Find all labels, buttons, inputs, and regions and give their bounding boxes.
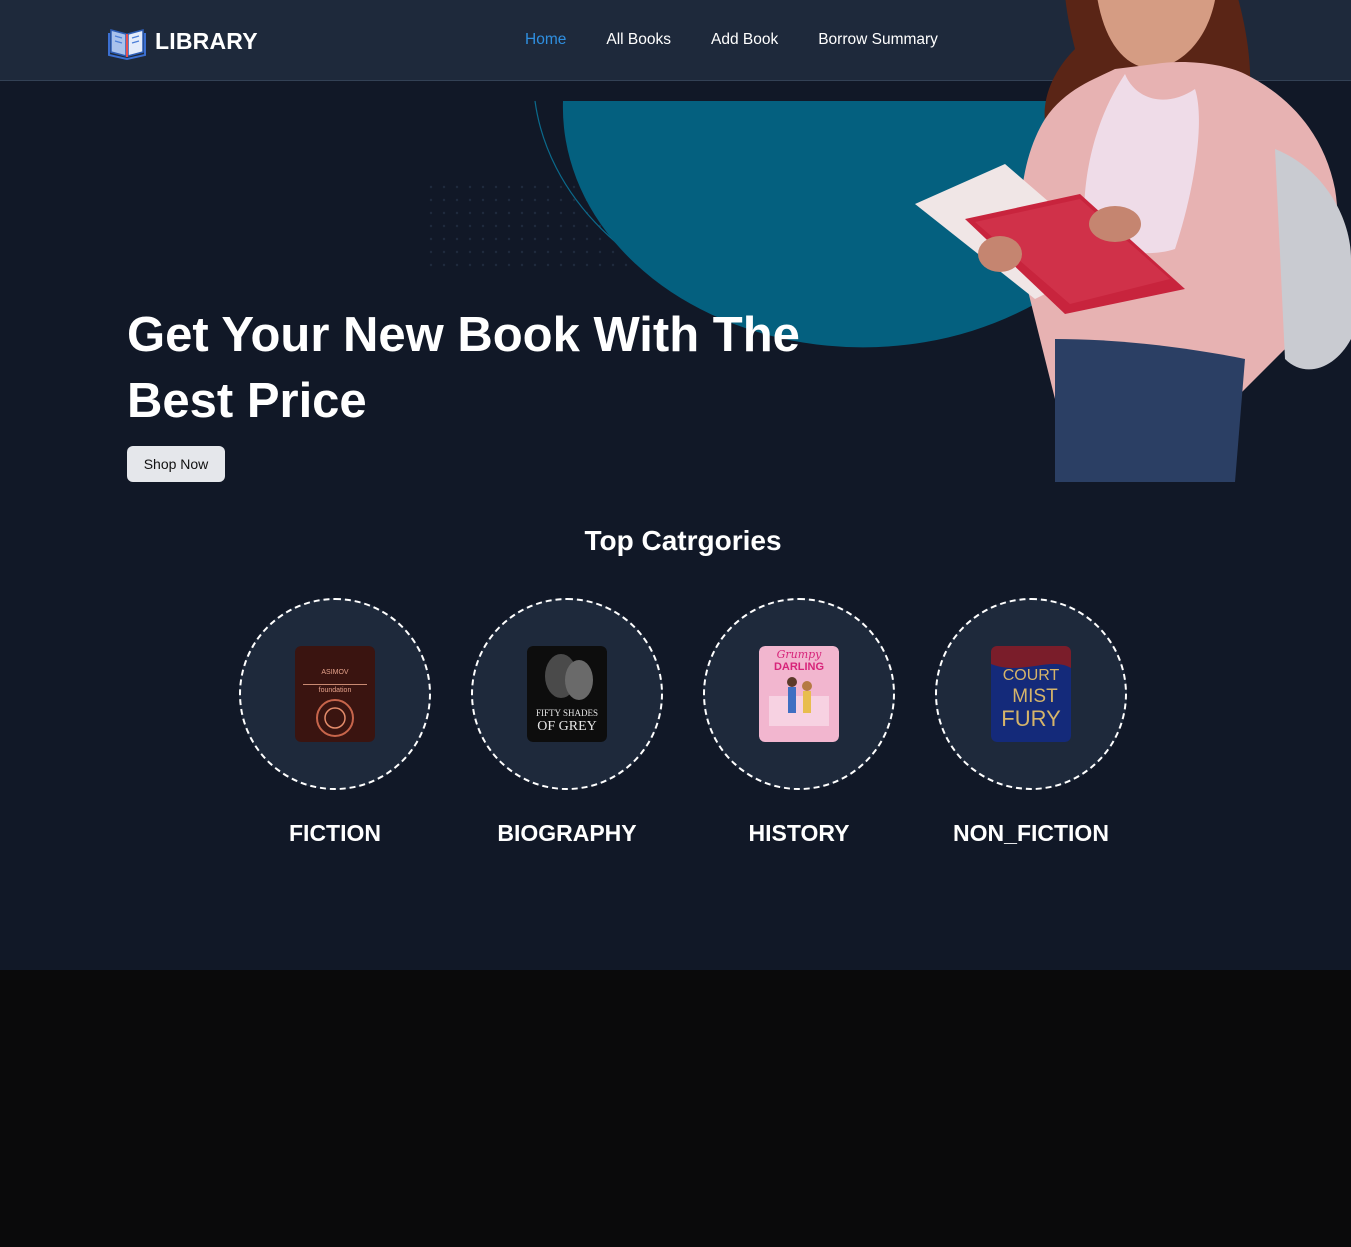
cover-title-line1: COURT (1003, 667, 1060, 684)
category-circle[interactable]: FIFTY SHADES OF GREY (471, 598, 663, 790)
open-book-icon (108, 29, 146, 60)
book-cover-history: Grumpy DARLING (759, 646, 839, 742)
cover-author: ASIMOV (321, 669, 349, 676)
brand[interactable]: LIBRARY (107, 22, 258, 60)
nav-link-home[interactable]: Home (525, 31, 566, 49)
nav-link-add-book[interactable]: Add Book (711, 31, 778, 49)
category-fiction[interactable]: ASIMOV foundation FICTION (239, 598, 431, 846)
category-circle[interactable]: Grumpy DARLING (703, 598, 895, 790)
book-cover-fiction: ASIMOV foundation (295, 646, 375, 742)
cover-title: foundation (319, 687, 352, 694)
book-cover-non-fiction: COURT MIST FURY (991, 646, 1071, 742)
cover-title-line3: FURY (1001, 706, 1061, 731)
cover-title-line1: Grumpy (777, 648, 823, 661)
cover-title-line2: MIST (1012, 686, 1058, 707)
shop-now-button[interactable]: Shop Now (127, 446, 225, 482)
cover-title-line2: DARLING (774, 661, 824, 673)
category-label: NON_FICTION (953, 820, 1109, 846)
book-cover-biography: FIFTY SHADES OF GREY (527, 646, 607, 742)
cover-title-line2: OF GREY (537, 719, 597, 734)
categories-title: Top Catrgories (584, 525, 782, 556)
hero-title: Get Your New Book With The Best Price (127, 308, 800, 428)
cover-title-line1: FIFTY SHADES (536, 708, 598, 718)
category-biography[interactable]: FIFTY SHADES OF GREY BIOGRAPHY (471, 598, 663, 846)
category-circle[interactable]: COURT MIST FURY (935, 598, 1127, 790)
nav-link-all-books[interactable]: All Books (606, 31, 671, 49)
hero-person-image (915, 0, 1351, 482)
category-circle[interactable]: ASIMOV foundation (239, 598, 431, 790)
category-history[interactable]: Grumpy DARLING HISTORY (703, 598, 895, 846)
main-nav: Home All Books Add Book Borrow Summary (525, 31, 938, 49)
brand-name: LIBRARY (155, 27, 258, 54)
category-non-fiction[interactable]: COURT MIST FURY NON_FICTION (935, 598, 1127, 846)
